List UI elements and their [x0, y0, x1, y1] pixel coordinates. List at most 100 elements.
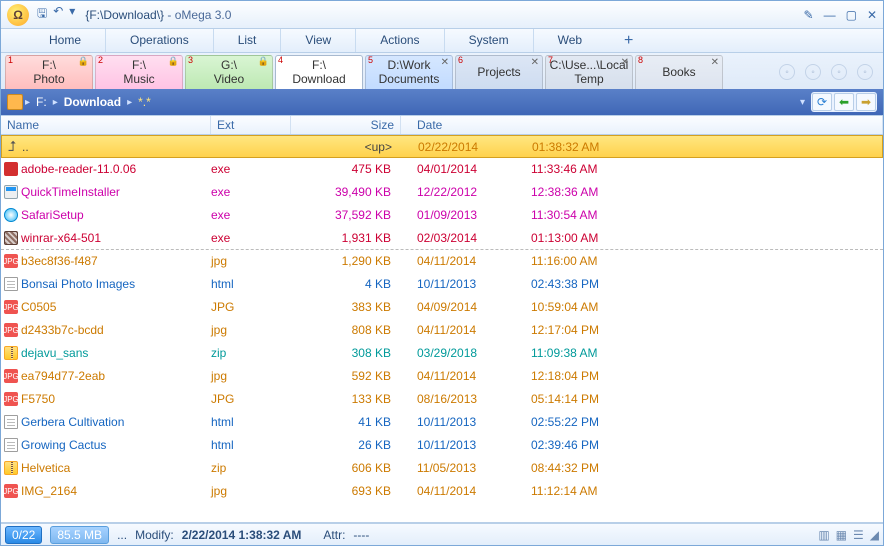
lock-icon: 🔒	[168, 57, 179, 67]
status-modify-label: Modify:	[135, 528, 174, 542]
file-size: 41 KB	[291, 415, 401, 429]
back-button[interactable]: ⬅	[834, 93, 854, 111]
qat-save-icon[interactable]: 🖫	[37, 4, 47, 25]
location-tab[interactable]: 5✕D:\WorkDocuments	[365, 55, 453, 89]
sb-view3-icon[interactable]: ☰	[853, 528, 864, 542]
tab-nav-2-icon[interactable]: ◦	[805, 64, 821, 80]
tab-close-icon[interactable]: ✕	[531, 57, 539, 68]
status-attr-label: Attr:	[323, 528, 345, 542]
tab-close-icon[interactable]: ✕	[711, 57, 719, 68]
file-row[interactable]: JPGea794d77-2eabjpg592 KB04/11/201412:18…	[1, 365, 883, 388]
file-row[interactable]: JPGd2433b7c-bcddjpg808 KB04/11/201412:17…	[1, 319, 883, 342]
location-tab[interactable]: 4F:\Download	[275, 55, 363, 89]
menu-view[interactable]: View	[280, 29, 355, 52]
zip-icon	[4, 346, 18, 360]
file-time: 11:33:46 AM	[521, 162, 661, 176]
tab-history-buttons: ◦ ◦ ◦ ◦	[779, 55, 879, 89]
menu-home[interactable]: Home	[25, 29, 105, 52]
close-button[interactable]: ✕	[867, 8, 877, 22]
jpg-icon: JPG	[4, 323, 18, 337]
jpg-icon: JPG	[4, 484, 18, 498]
qat-dropdown-icon[interactable]: ▾	[69, 4, 75, 25]
file-name: C0505	[21, 300, 211, 314]
header-ext[interactable]: Ext	[211, 116, 291, 134]
file-row[interactable]: SafariSetupexe37,592 KB01/09/201311:30:5…	[1, 204, 883, 227]
menu-operations[interactable]: Operations	[105, 29, 213, 52]
file-row[interactable]: JPGC0505JPG383 KB04/09/201410:59:04 AM	[1, 296, 883, 319]
file-name: QuickTimeInstaller	[21, 185, 211, 199]
file-date: 04/11/2014	[401, 254, 521, 268]
header-name[interactable]: Name	[1, 116, 211, 134]
app-logo-icon[interactable]: Ω	[7, 4, 29, 26]
tab-number: 8	[638, 56, 643, 66]
tab-number: 7	[548, 56, 553, 66]
file-row[interactable]: adobe-reader-11.0.06exe475 KB04/01/20141…	[1, 158, 883, 181]
file-row[interactable]: Bonsai Photo Imageshtml4 KB10/11/201302:…	[1, 273, 883, 296]
file-time: 02:55:22 PM	[521, 415, 661, 429]
file-ext: JPG	[211, 300, 291, 314]
lock-icon: 🔒	[258, 57, 269, 67]
file-size: 1,931 KB	[291, 231, 401, 245]
sb-view2-icon[interactable]: ▦	[836, 528, 847, 542]
tab-nav-1-icon[interactable]: ◦	[779, 64, 795, 80]
location-tab[interactable]: 1🔒F:\Photo	[5, 55, 93, 89]
file-name: ea794d77-2eab	[21, 369, 211, 383]
menu-web[interactable]: Web	[533, 29, 606, 52]
up-row[interactable]: ⮥ .. <up> 02/22/2014 01:38:32 AM	[1, 135, 883, 158]
file-name: IMG_2164	[21, 484, 211, 498]
help-icon[interactable]: ✎	[804, 8, 814, 22]
pdf-icon	[4, 162, 18, 176]
file-row[interactable]: QuickTimeInstallerexe39,490 KB12/22/2012…	[1, 181, 883, 204]
location-tab[interactable]: 2🔒F:\Music	[95, 55, 183, 89]
qat-undo-icon[interactable]: ↶	[53, 4, 63, 25]
tab-line2: Photo	[33, 73, 64, 86]
sb-resize-icon[interactable]: ◢	[870, 528, 879, 542]
location-tab[interactable]: 8✕Books	[635, 55, 723, 89]
tab-close-icon[interactable]: ✕	[441, 57, 449, 68]
tab-line1: G:\	[221, 59, 237, 72]
file-row[interactable]: Growing Cactushtml26 KB10/11/201302:39:4…	[1, 434, 883, 457]
menu-add-tab[interactable]: +	[614, 30, 643, 52]
crumb-drive[interactable]: F:	[30, 95, 53, 109]
file-row[interactable]: winrar-x64-501exe1,931 KB02/03/201401:13…	[1, 227, 883, 250]
file-row[interactable]: JPGIMG_2164jpg693 KB04/11/201411:12:14 A…	[1, 480, 883, 503]
file-date: 10/11/2013	[401, 277, 521, 291]
tab-line2: Temp	[574, 73, 603, 86]
forward-button[interactable]: ➡	[856, 93, 876, 111]
header-size[interactable]: Size	[291, 116, 401, 134]
location-tab[interactable]: 6✕Projects	[455, 55, 543, 89]
tab-nav-4-icon[interactable]: ◦	[857, 64, 873, 80]
file-row[interactable]: JPGF5750JPG133 KB08/16/201305:14:14 PM	[1, 388, 883, 411]
refresh-button[interactable]: ⟳	[812, 93, 832, 111]
file-row[interactable]: Gerbera Cultivationhtml41 KB10/11/201302…	[1, 411, 883, 434]
sb-view1-icon[interactable]: ▥	[818, 528, 829, 542]
file-size: 1,290 KB	[291, 254, 401, 268]
crumb-filter[interactable]: *.*	[132, 95, 157, 109]
file-row[interactable]: JPGb3ec8f36-f487jpg1,290 KB04/11/201411:…	[1, 250, 883, 273]
file-size: 606 KB	[291, 461, 401, 475]
tab-number: 2	[98, 56, 103, 66]
menu-list[interactable]: List	[213, 29, 281, 52]
ribbon-tabs: Home Operations List View Actions System…	[1, 29, 883, 53]
location-tabs: 1🔒F:\Photo2🔒F:\Music3🔒G:\Video4F:\Downlo…	[1, 53, 883, 89]
file-date: 08/16/2013	[401, 392, 521, 406]
tab-nav-3-icon[interactable]: ◦	[831, 64, 847, 80]
address-dropdown-icon[interactable]: ▾	[800, 97, 811, 108]
header-date[interactable]: Date	[401, 116, 883, 134]
file-ext: zip	[211, 346, 291, 360]
folder-icon[interactable]	[7, 94, 23, 110]
menu-system[interactable]: System	[444, 29, 533, 52]
minimize-button[interactable]: —	[824, 8, 836, 22]
file-date: 04/11/2014	[401, 369, 521, 383]
tab-line1: C:\Use...\Local	[550, 59, 629, 72]
file-size: 383 KB	[291, 300, 401, 314]
file-row[interactable]: dejavu_sanszip308 KB03/29/201811:09:38 A…	[1, 342, 883, 365]
crumb-folder[interactable]: Download	[58, 95, 127, 109]
location-tab[interactable]: 3🔒G:\Video	[185, 55, 273, 89]
location-tab[interactable]: 7 ✕C:\Use...\LocalTemp	[545, 55, 633, 89]
tab-line1: F:\	[42, 59, 56, 72]
file-row[interactable]: Helveticazip606 KB11/05/201308:44:32 PM	[1, 457, 883, 480]
menu-actions[interactable]: Actions	[355, 29, 443, 52]
tab-close-icon[interactable]: ✕	[621, 57, 629, 68]
maximize-button[interactable]: ▢	[846, 8, 857, 22]
